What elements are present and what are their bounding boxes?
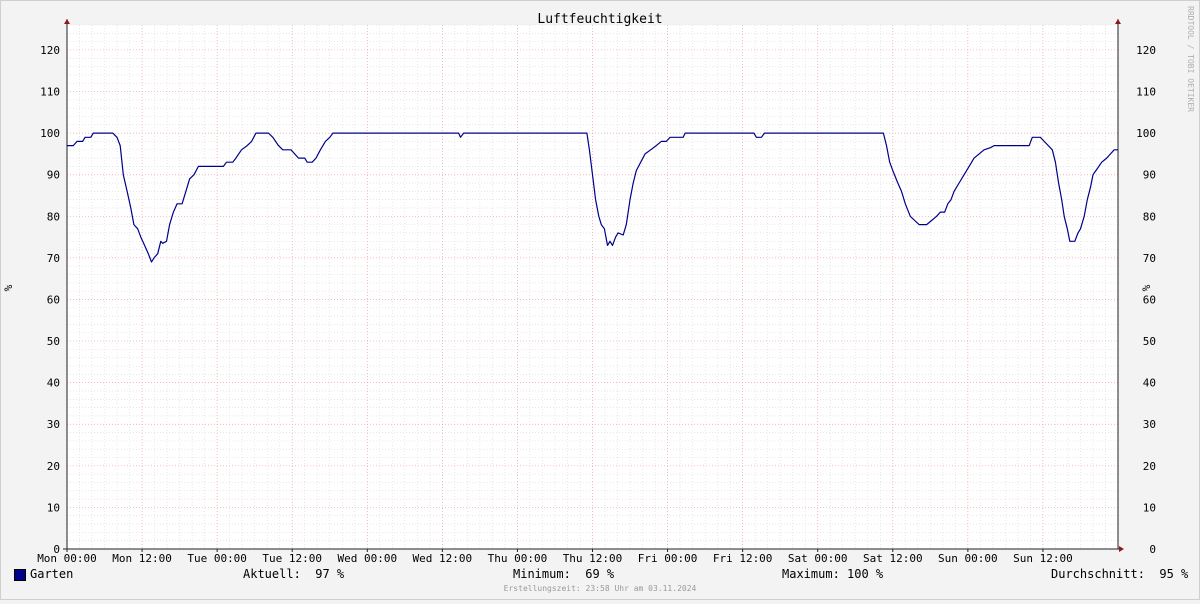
y-tick-label-right: 50	[1143, 335, 1156, 348]
x-tick-label: Thu 12:00	[563, 552, 623, 565]
y-tick-label-right: 80	[1143, 210, 1156, 223]
chart-title: Luftfeuchtigkeit	[537, 12, 662, 27]
y-tick-label-right: 10	[1143, 501, 1156, 514]
x-tick-label: Sun 00:00	[938, 552, 998, 565]
legend-series-name: Garten	[30, 567, 74, 581]
y-tick-label-left: 40	[47, 377, 60, 390]
creation-timestamp: Erstellungszeit: 23:58 Uhr am 03.11.2024	[503, 584, 697, 593]
x-tick-label: Fri 12:00	[713, 552, 773, 565]
stat-maximum: Maximum: 100 %	[782, 567, 884, 581]
y-tick-label-left: 50	[47, 335, 60, 348]
y-tick-label-right: 100	[1136, 127, 1156, 140]
y-axis-label-right: %	[1140, 284, 1153, 291]
stat-durchschnitt: Durchschnitt: 95 %	[1051, 567, 1189, 581]
y-tick-label-left: 60	[47, 293, 60, 306]
x-tick-label: Wed 12:00	[413, 552, 473, 565]
y-tick-label-left: 80	[47, 210, 60, 223]
y-tick-label-right: 120	[1136, 44, 1156, 57]
x-tick-label: Wed 00:00	[337, 552, 397, 565]
chart-canvas: 0 10 20 30 40 50 60 70 80 90 100 110 120 0 10 20 30 40 50…	[0, 0, 1200, 600]
x-tick-label: Fri 00:00	[638, 552, 698, 565]
stat-aktuell: Aktuell: 97 %	[243, 567, 345, 581]
y-tick-label-right: 60	[1143, 293, 1156, 306]
y-tick-label-left: 100	[40, 127, 60, 140]
legend-swatch	[14, 569, 26, 581]
stat-minimum: Minimum: 69 %	[513, 567, 615, 581]
x-tick-label: Sat 00:00	[788, 552, 848, 565]
x-tick-label: Thu 00:00	[488, 552, 548, 565]
y-tick-label-left: 20	[47, 460, 60, 473]
x-tick-label: Tue 00:00	[187, 552, 247, 565]
x-tick-label: Sat 12:00	[863, 552, 923, 565]
y-axis-label-left: %	[2, 284, 15, 291]
y-tick-label-left: 10	[47, 501, 60, 514]
watermark: RRDTOOL / TOBI OETIKER	[1186, 6, 1195, 112]
humidity-chart: 0102030405060708090100110120 01020304050…	[0, 0, 1200, 600]
y-tick-label-right: 110	[1136, 86, 1156, 99]
x-tick-label: Sun 12:00	[1013, 552, 1073, 565]
x-tick-label: Tue 12:00	[262, 552, 322, 565]
y-tick-label-right: 90	[1143, 169, 1156, 182]
y-tick-label-right: 30	[1143, 418, 1156, 431]
x-tick-label: Mon 00:00	[37, 552, 97, 565]
y-tick-label-left: 70	[47, 252, 60, 265]
y-tick-label-left: 120	[40, 44, 60, 57]
y-tick-label-right: 20	[1143, 460, 1156, 473]
y-tick-label-left: 90	[47, 169, 60, 182]
y-tick-label-right: 0	[1149, 543, 1156, 556]
y-tick-label-right: 70	[1143, 252, 1156, 265]
y-tick-label-left: 30	[47, 418, 60, 431]
x-tick-label: Mon 12:00	[112, 552, 172, 565]
y-tick-label-left: 110	[40, 86, 60, 99]
y-tick-label-right: 40	[1143, 377, 1156, 390]
